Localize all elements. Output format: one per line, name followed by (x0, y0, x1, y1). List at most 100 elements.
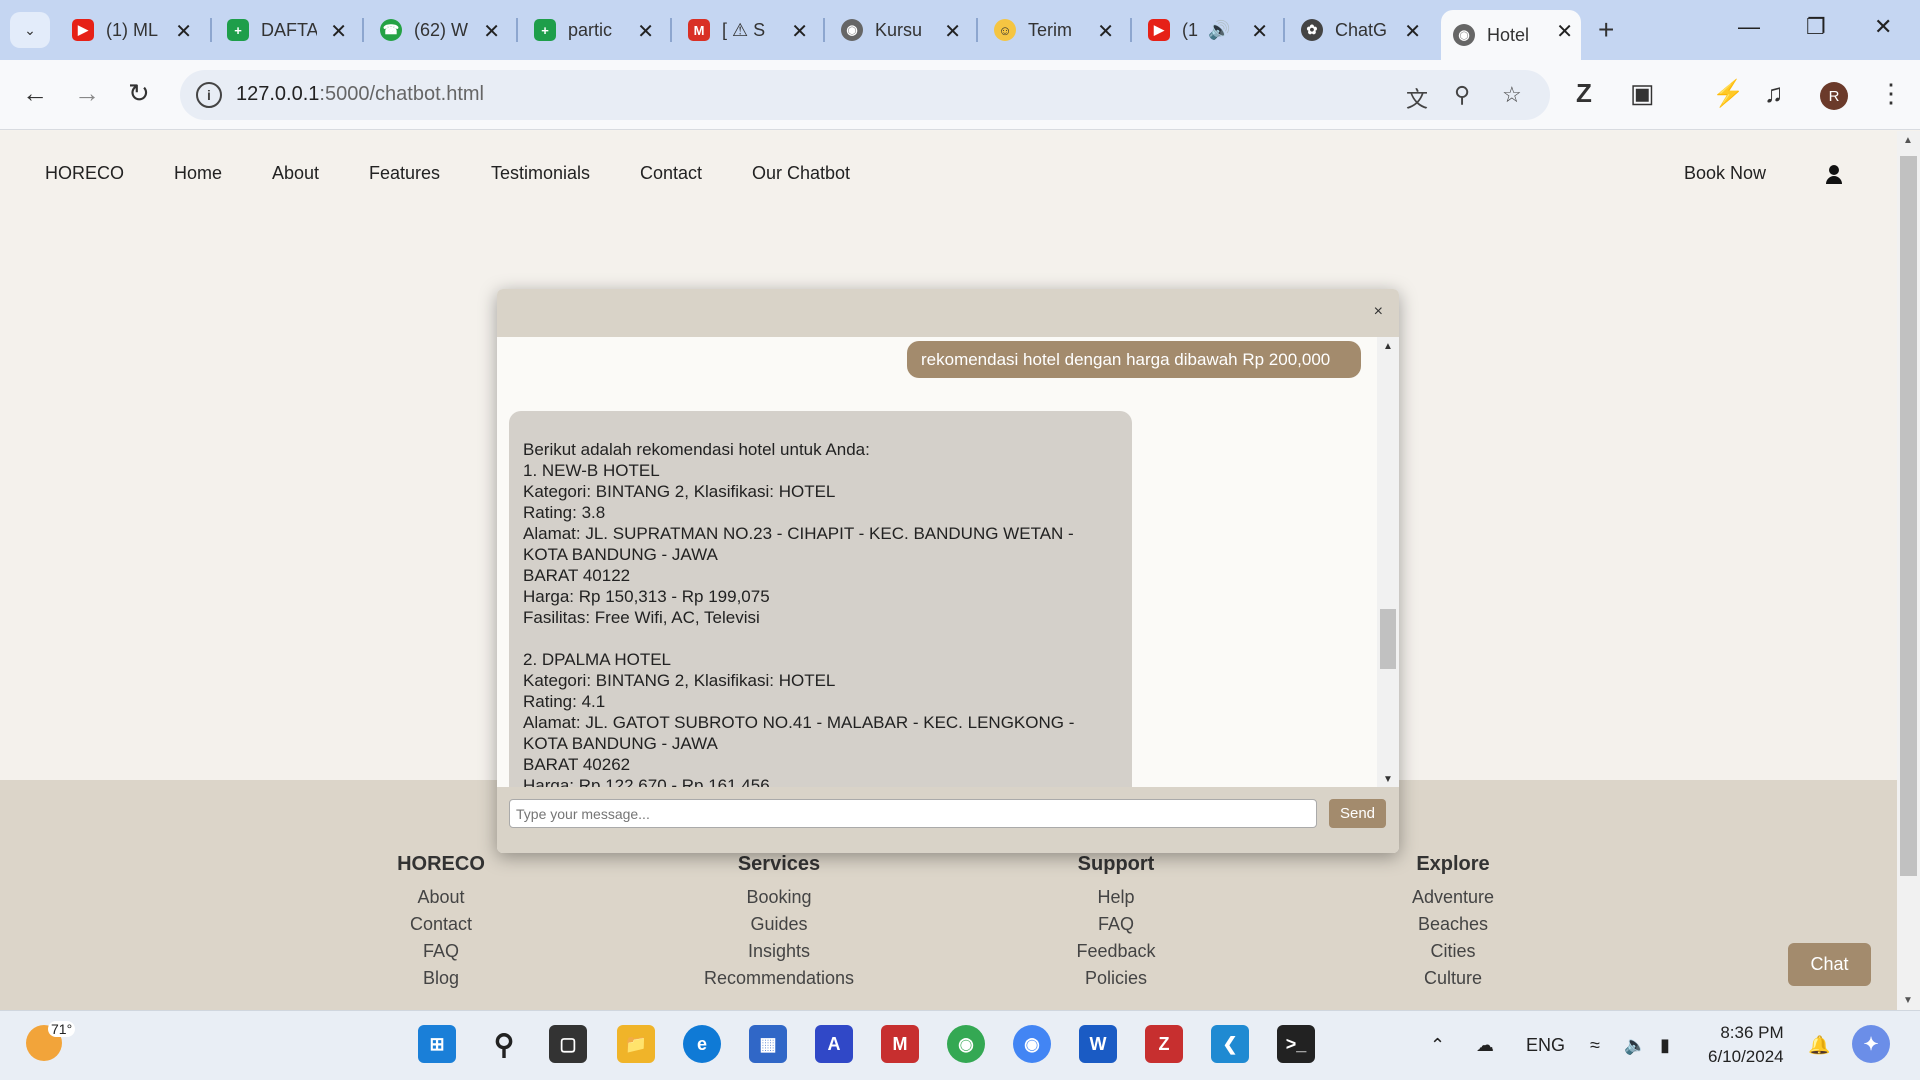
url-text[interactable]: 127.0.0.1:5000/chatbot.html (236, 83, 484, 106)
browser-tab[interactable]: + DAFTA ✕ (215, 10, 355, 50)
close-tab-icon[interactable]: ✕ (175, 19, 192, 44)
footer-link[interactable]: Blog (331, 965, 551, 992)
browser-tab[interactable]: ▶ (1) ML ✕ (60, 10, 200, 50)
nav-testimonials[interactable]: Testimonials (491, 163, 590, 184)
site-brand[interactable]: HORECO (45, 163, 124, 184)
browser-tab-active[interactable]: ◉ Hotel ✕ (1441, 10, 1581, 60)
browser-tab[interactable]: ◉ Kursu ✕ (829, 10, 969, 50)
browser-tab[interactable]: M [ ⚠ S ✕ (676, 10, 816, 50)
nav-home[interactable]: Home (174, 163, 222, 184)
windows-start-icon[interactable]: ⊞ (418, 1025, 456, 1063)
chat-messages[interactable]: rekomendasi hotel dengan harga dibawah R… (497, 337, 1377, 787)
app-icon[interactable]: A (815, 1025, 853, 1063)
footer-link[interactable]: Booking (669, 884, 889, 911)
search-icon[interactable]: ⚲ (485, 1025, 523, 1063)
edge-icon[interactable]: e (683, 1025, 721, 1063)
page-scrollbar[interactable]: ▲ ▼ (1897, 131, 1920, 1010)
zotero-icon[interactable]: Z (1145, 1025, 1183, 1063)
book-now-link[interactable]: Book Now (1684, 163, 1766, 184)
vscode-icon[interactable]: ❮ (1211, 1025, 1249, 1063)
footer-link[interactable]: Guides (669, 911, 889, 938)
footer-link[interactable]: Adventure (1343, 884, 1563, 911)
restore-icon[interactable]: ❐ (1806, 14, 1826, 40)
user-icon[interactable] (1826, 165, 1842, 185)
weather-widget[interactable]: 71° (26, 1021, 76, 1061)
close-tab-icon[interactable]: ✕ (483, 19, 500, 44)
footer-link[interactable]: Contact (331, 911, 551, 938)
footer-link[interactable]: Culture (1343, 965, 1563, 992)
file-explorer-icon[interactable]: 📁 (617, 1025, 655, 1063)
microsoft-store-icon[interactable]: ▦ (749, 1025, 787, 1063)
browser-tab[interactable]: ✿ ChatG ✕ (1289, 10, 1429, 50)
tray-overflow-icon[interactable]: ⌃ (1430, 1035, 1445, 1056)
footer-link[interactable]: Insights (669, 938, 889, 965)
footer-link[interactable]: FAQ (331, 938, 551, 965)
address-bar[interactable]: i 127.0.0.1:5000/chatbot.html 文 ⚲ ☆ (180, 70, 1550, 120)
chat-open-button[interactable]: Chat (1788, 943, 1871, 986)
chat-message-input[interactable] (509, 799, 1317, 828)
word-icon[interactable]: W (1079, 1025, 1117, 1063)
bookmark-star-icon[interactable]: ☆ (1502, 82, 1522, 108)
browser-tab[interactable]: + partic ✕ (522, 10, 662, 50)
reload-icon[interactable]: ↻ (128, 78, 150, 109)
onedrive-icon[interactable]: ☁ (1476, 1035, 1494, 1056)
new-tab-button[interactable]: + (1598, 14, 1614, 46)
chrome-icon[interactable]: ◉ (947, 1025, 985, 1063)
nav-features[interactable]: Features (369, 163, 440, 184)
tab-search-button[interactable]: ⌄ (10, 12, 50, 48)
notification-bell-icon[interactable]: 🔔 (1808, 1035, 1830, 1056)
close-tab-icon[interactable]: ✕ (944, 19, 961, 44)
profile-avatar[interactable]: R (1820, 82, 1848, 110)
zotero-extension-icon[interactable]: Z (1576, 78, 1592, 109)
forward-icon[interactable]: → (74, 78, 100, 109)
media-control-icon[interactable]: ♫ (1764, 78, 1784, 109)
translate-icon[interactable]: 文 (1406, 82, 1428, 114)
terminal-icon[interactable]: >_ (1277, 1025, 1315, 1063)
extensions-icon[interactable]: ▣ (1630, 78, 1655, 109)
chrome-profile-icon[interactable]: ◉ (1013, 1025, 1051, 1063)
footer-link[interactable]: Recommendations (669, 965, 889, 992)
footer-link[interactable]: Policies (1006, 965, 1226, 992)
footer-link[interactable]: About (331, 884, 551, 911)
close-tab-icon[interactable]: ✕ (637, 19, 654, 44)
nav-contact[interactable]: Contact (640, 163, 702, 184)
chat-scroll-thumb[interactable] (1380, 609, 1396, 669)
site-info-icon[interactable]: i (196, 82, 222, 108)
volume-icon[interactable]: 🔈 (1624, 1035, 1646, 1056)
browser-tab[interactable]: ▶ (1 🔊 ✕ (1136, 10, 1276, 50)
browser-tab[interactable]: ☎ (62) W ✕ (368, 10, 508, 50)
speaker-icon[interactable]: 🔊 (1208, 20, 1230, 41)
minimize-icon[interactable]: — (1738, 14, 1760, 40)
chat-scrollbar[interactable]: ▲ ▼ (1377, 337, 1399, 787)
scroll-down-icon[interactable]: ▼ (1383, 774, 1393, 785)
copilot-icon[interactable]: ✦ (1852, 1025, 1890, 1063)
back-icon[interactable]: ← (22, 78, 48, 109)
scroll-up-icon[interactable]: ▲ (1903, 135, 1913, 146)
wifi-icon[interactable]: ≈ (1590, 1035, 1600, 1056)
footer-link[interactable]: Cities (1343, 938, 1563, 965)
footer-link[interactable]: Feedback (1006, 938, 1226, 965)
footer-link[interactable]: Beaches (1343, 911, 1563, 938)
close-chat-icon[interactable]: × (1374, 303, 1383, 321)
zoom-icon[interactable]: ⚲ (1454, 82, 1470, 108)
language-indicator[interactable]: ENG (1526, 1035, 1565, 1056)
scroll-up-icon[interactable]: ▲ (1383, 341, 1393, 352)
page-scroll-thumb[interactable] (1900, 156, 1917, 876)
performance-icon[interactable]: ⚡ (1712, 78, 1744, 109)
close-tab-icon[interactable]: ✕ (1404, 19, 1421, 44)
close-tab-icon[interactable]: ✕ (791, 19, 808, 44)
close-tab-icon[interactable]: ✕ (330, 19, 347, 44)
system-clock[interactable]: 8:36 PM 6/10/2024 (1708, 1021, 1784, 1069)
close-window-icon[interactable]: ✕ (1874, 14, 1892, 40)
menu-kebab-icon[interactable]: ⋮ (1878, 78, 1904, 109)
close-tab-icon[interactable]: ✕ (1556, 19, 1573, 44)
footer-link[interactable]: FAQ (1006, 911, 1226, 938)
close-tab-icon[interactable]: ✕ (1251, 19, 1268, 44)
send-button[interactable]: Send (1329, 799, 1386, 828)
scroll-down-icon[interactable]: ▼ (1903, 995, 1913, 1006)
footer-link[interactable]: Help (1006, 884, 1226, 911)
close-tab-icon[interactable]: ✕ (1097, 19, 1114, 44)
mcafee-icon[interactable]: M (881, 1025, 919, 1063)
task-view-icon[interactable]: ▢ (549, 1025, 587, 1063)
browser-tab[interactable]: ☺ Terim ✕ (982, 10, 1122, 50)
